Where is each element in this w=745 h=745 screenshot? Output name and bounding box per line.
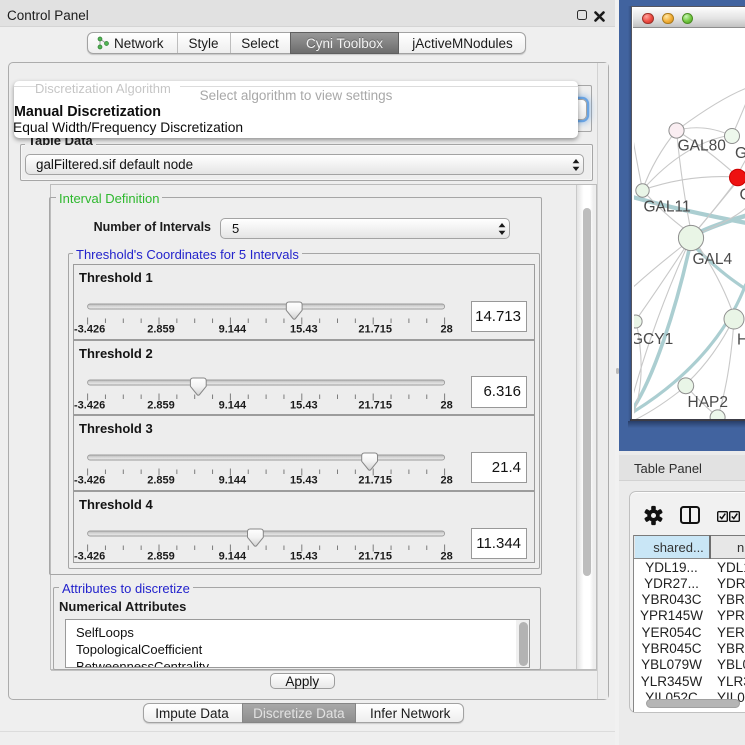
svg-text:9.144: 9.144: [219, 475, 247, 487]
svg-text:GCY1: GCY1: [634, 331, 673, 348]
svg-text:GAL11: GAL11: [644, 199, 691, 216]
svg-text:HA: HA: [737, 332, 745, 349]
svg-text:GAL80: GAL80: [678, 138, 727, 155]
svg-text:-3.426: -3.426: [74, 324, 105, 336]
svg-text:-3.426: -3.426: [74, 475, 105, 487]
svg-text:2.859: 2.859: [147, 475, 175, 487]
svg-text:2.859: 2.859: [147, 399, 175, 411]
svg-text:21.715: 21.715: [358, 399, 392, 411]
svg-text:2.859: 2.859: [147, 324, 175, 336]
svg-text:15.43: 15.43: [290, 399, 318, 411]
svg-text:-3.426: -3.426: [74, 551, 105, 563]
svg-text:GA: GA: [735, 145, 745, 162]
svg-text:9.144: 9.144: [219, 324, 247, 336]
svg-text:15.43: 15.43: [290, 551, 318, 563]
svg-text:28: 28: [440, 475, 452, 487]
svg-text:HAP2: HAP2: [688, 394, 729, 411]
svg-text:28: 28: [440, 324, 452, 336]
svg-text:15.43: 15.43: [290, 475, 318, 487]
svg-text:28: 28: [440, 399, 452, 411]
svg-text:21.715: 21.715: [358, 324, 392, 336]
svg-text:21.715: 21.715: [358, 551, 392, 563]
svg-text:GAL4: GAL4: [693, 251, 733, 268]
svg-text:28: 28: [440, 551, 452, 563]
svg-text:15.43: 15.43: [290, 324, 318, 336]
svg-text:9.144: 9.144: [219, 399, 247, 411]
svg-text:2.859: 2.859: [147, 551, 175, 563]
svg-text:-3.426: -3.426: [74, 399, 105, 411]
svg-text:C: C: [740, 187, 745, 204]
svg-text:21.715: 21.715: [358, 475, 392, 487]
svg-text:9.144: 9.144: [219, 551, 247, 563]
